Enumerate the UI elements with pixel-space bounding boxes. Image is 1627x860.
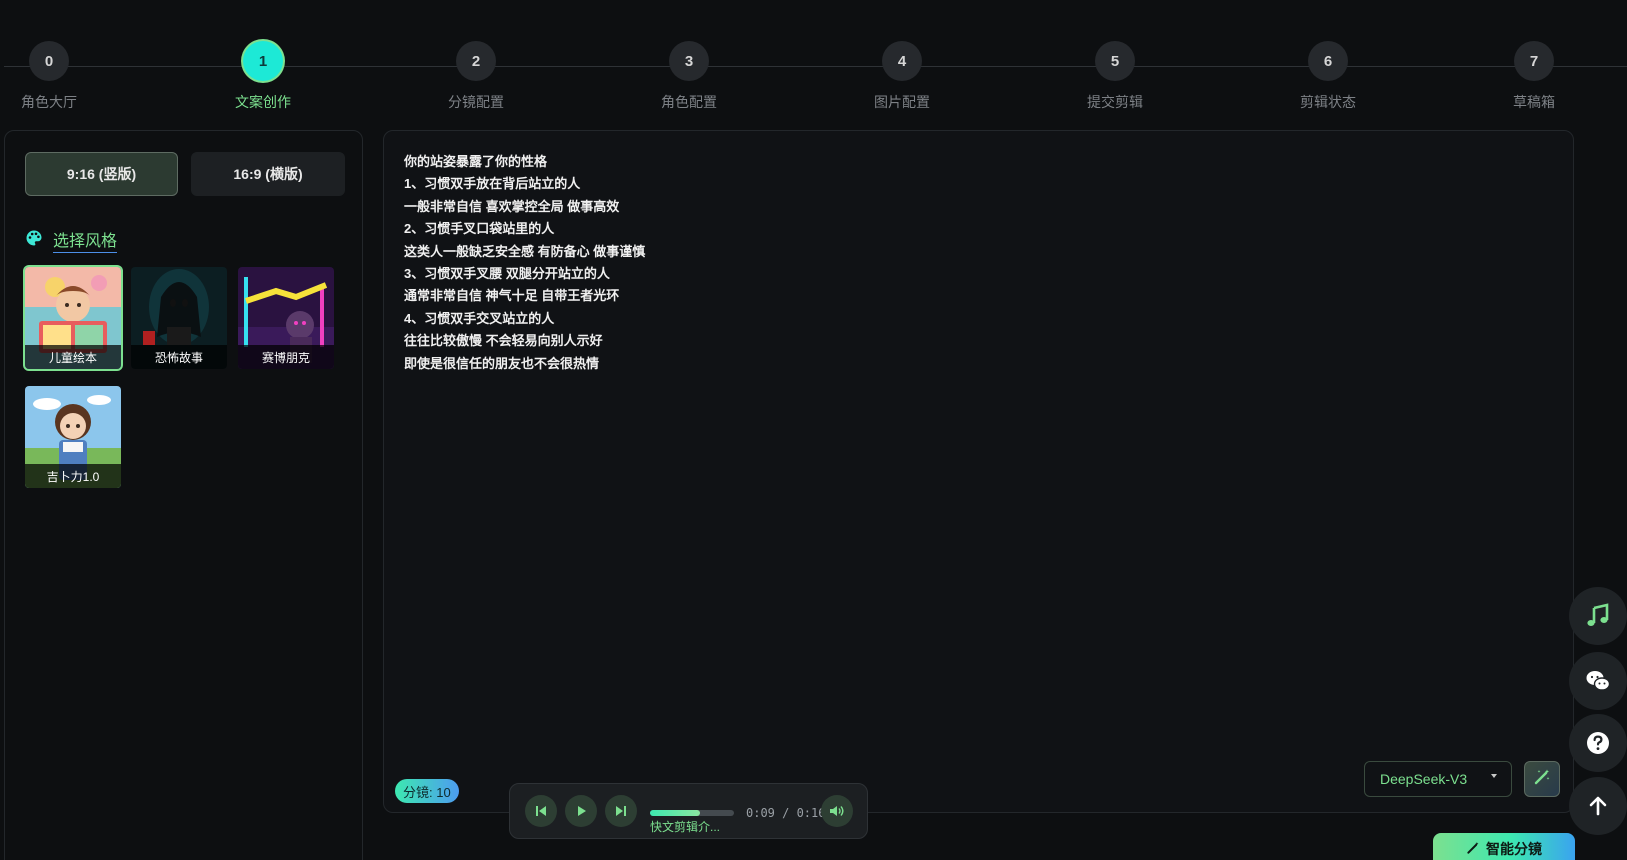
step-circle[interactable]: 5 [1095,41,1135,81]
step-circle[interactable]: 7 [1514,41,1554,81]
step-label[interactable]: 角色大厅 [21,92,77,112]
script-line: 即使是很信任的朋友也不会很热情 [404,355,600,371]
step-circle[interactable]: 4 [882,41,922,81]
script-line: 往往比较傲慢 不会轻易向别人示好 [404,333,603,349]
step-label[interactable]: 分镜配置 [448,92,504,112]
smart-split-button[interactable]: 智能分镜 [1433,833,1575,860]
arrow-up-icon [1589,796,1607,816]
music-icon [1587,603,1609,626]
script-editor[interactable]: 你的站姿暴露了你的性格 1、习惯双手放在背后站立的人 一般非常自信 喜欢掌控全局… [383,130,1574,813]
palette-icon [25,229,43,252]
help-button[interactable] [1569,714,1627,772]
style-card-label: 赛博朋克 [238,345,334,369]
script-line: 3、习惯双手叉腰 双腿分开站立的人 [404,266,610,282]
magic-wand-icon [1466,841,1480,858]
script-line: 4、习惯双手交叉站立的人 [404,310,555,326]
step-5[interactable]: 5 提交剪辑 [1055,41,1175,112]
next-icon [616,806,626,816]
shot-count-badge: 分镜: 10 [395,779,459,803]
style-section-title[interactable]: 选择风格 [53,227,118,253]
step-label[interactable]: 提交剪辑 [1087,92,1143,112]
style-section-header: 选择风格 [25,227,118,253]
tutorial-audio-player: 快文剪辑介... 0:09 / 0:16 [509,783,868,839]
step-3[interactable]: 3 角色配置 [629,41,749,112]
script-line: 通常非常自信 神气十足 自带王者光环 [404,288,620,304]
music-button[interactable] [1569,587,1627,645]
step-label[interactable]: 文案创作 [235,92,291,112]
step-4[interactable]: 4 图片配置 [842,41,962,112]
model-select-value: DeepSeek-V3 [1380,771,1468,787]
wechat-icon [1586,671,1611,691]
player-time: 0:09 / 0:16 [746,806,826,820]
play-icon [578,806,586,816]
step-label[interactable]: 角色配置 [661,92,717,112]
magic-wand-button[interactable] [1524,761,1560,797]
style-card-ghibli[interactable]: 吉卜力1.0 [25,386,121,488]
script-line: 1、习惯双手放在背后站立的人 [404,176,581,192]
step-1[interactable]: 1 文案创作 [203,41,323,112]
style-card-cyberpunk[interactable]: 赛博朋克 [238,267,334,369]
progress-fill [650,810,701,816]
script-line: 你的站姿暴露了你的性格 [404,154,548,169]
step-0[interactable]: 0 角色大厅 [0,41,109,112]
script-text[interactable]: 你的站姿暴露了你的性格 1、习惯双手放在背后站立的人 一般非常自信 喜欢掌控全局… [404,151,645,375]
player-title: 快文剪辑介... [650,820,721,834]
style-card-label: 儿童绘本 [25,345,121,369]
script-line: 2、习惯手叉口袋站里的人 [404,221,555,237]
back-to-top-button[interactable] [1569,777,1627,835]
step-circle[interactable]: 1 [243,41,283,81]
style-panel: 9:16 (竖版) 16:9 (横版) 选择风格 儿童绘本 恐怖故事 赛博朋克 … [4,130,363,860]
ratio-landscape-button[interactable]: 16:9 (横版) [191,152,345,196]
play-button[interactable] [565,795,597,827]
step-label[interactable]: 草稿箱 [1513,92,1555,112]
step-label[interactable]: 图片配置 [874,92,930,112]
model-select[interactable]: DeepSeek-V3 [1364,761,1512,797]
volume-button[interactable] [821,795,853,827]
style-card-picture-book[interactable]: 儿童绘本 [25,267,121,369]
step-2[interactable]: 2 分镜配置 [416,41,536,112]
style-card-label: 恐怖故事 [131,345,227,369]
help-icon [1587,732,1609,754]
caret-down-icon [1491,774,1497,778]
step-6[interactable]: 6 剪辑状态 [1268,41,1388,112]
step-circle[interactable]: 3 [669,41,709,81]
ratio-portrait-button[interactable]: 9:16 (竖版) [25,152,178,196]
wechat-button[interactable] [1569,652,1627,710]
step-circle[interactable]: 6 [1308,41,1348,81]
volume-icon [830,806,844,816]
magic-wand-icon [1533,768,1551,791]
previous-button[interactable] [525,795,557,827]
step-circle[interactable]: 0 [29,41,69,81]
step-label[interactable]: 剪辑状态 [1300,92,1356,112]
style-card-horror[interactable]: 恐怖故事 [131,267,227,369]
step-circle[interactable]: 2 [456,41,496,81]
app-page: 0 角色大厅 1 文案创作 2 分镜配置 3 角色配置 4 图片配置 5 提交剪… [0,0,1627,860]
progress-bar[interactable] [650,810,734,816]
style-card-label: 吉卜力1.0 [25,464,121,488]
previous-icon [536,806,546,816]
next-button[interactable] [605,795,637,827]
smart-split-label: 智能分镜 [1486,841,1542,857]
step-7[interactable]: 7 草稿箱 [1474,41,1594,112]
script-line: 这类人一般缺乏安全感 有防备心 做事谨慎 [404,243,646,259]
script-line: 一般非常自信 喜欢掌控全局 做事高效 [404,198,620,214]
